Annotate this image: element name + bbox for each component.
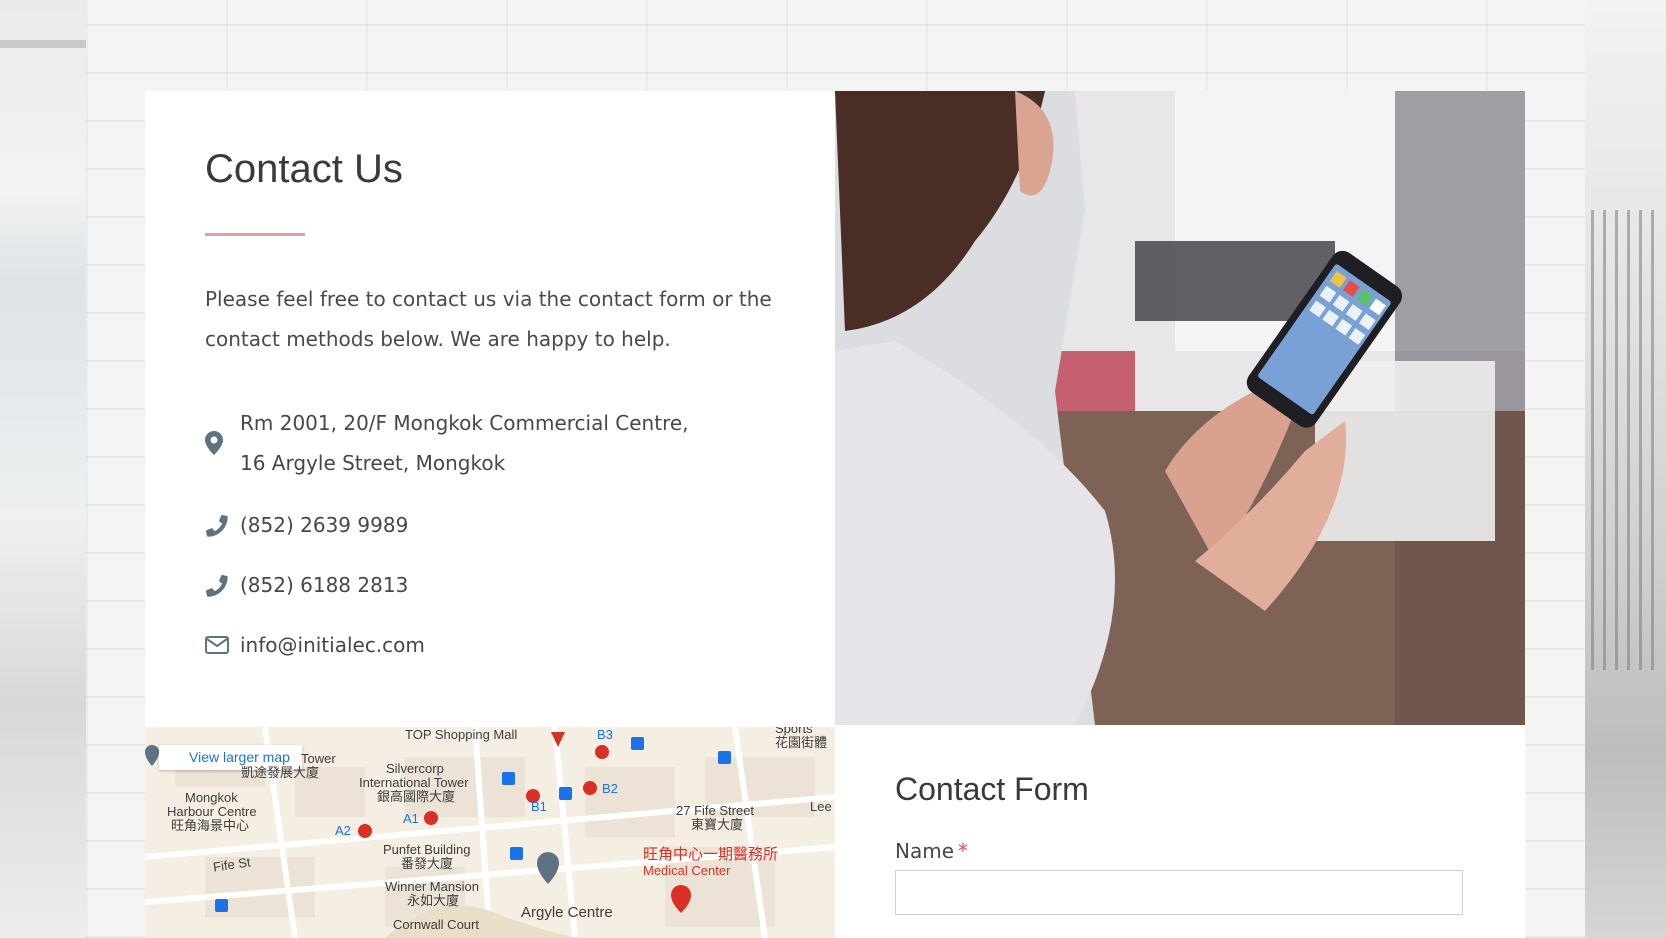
map-label: A2 [335, 823, 351, 838]
map-label: TOP Shopping Mall [405, 727, 518, 742]
page-title: Contact Us [205, 147, 403, 191]
form-title: Contact Form [895, 771, 1089, 807]
phone-icon [205, 573, 231, 597]
phone-icon [205, 513, 231, 537]
map-label: Tower [301, 751, 336, 766]
location-map[interactable]: View larger map TOP Shopping Mall B3 Tow… [145, 727, 835, 938]
envelope-icon [205, 636, 231, 654]
map-label: Cornwall Court [393, 917, 479, 932]
name-label-text: Name [895, 839, 955, 863]
phone-row-1: (852) 2639 9989 [205, 505, 408, 545]
contact-info-card: Contact Us Please feel free to contact u… [145, 91, 835, 727]
email-link[interactable]: info@initialec.com [240, 625, 425, 665]
map-label: 東寶大廈 [691, 817, 744, 832]
map-label: 銀高國際大廈 [377, 789, 456, 804]
map-label: 凱途發展大廈 [241, 765, 320, 780]
map-label: B3 [597, 727, 613, 742]
title-divider [205, 233, 305, 236]
woman-with-phone-photo [835, 91, 1525, 725]
map-label: Winner Mansion [385, 879, 479, 894]
backdrop-railing [1591, 210, 1661, 670]
email-row: info@initialec.com [205, 625, 425, 665]
map-label: Harbour Centre [167, 804, 257, 819]
map-label: Silvercorp [386, 761, 444, 776]
map-label: B2 [602, 781, 618, 796]
map-label: 27 Fife Street [676, 803, 755, 818]
map-label: 旺角中心一期醫務所 [643, 846, 779, 863]
required-marker: * [958, 839, 969, 863]
phone-link-2[interactable]: (852) 6188 2813 [240, 565, 408, 605]
map-label: International Tower [359, 775, 469, 790]
phone-row-2: (852) 6188 2813 [205, 565, 408, 605]
address-line-2: 16 Argyle Street, Mongkok [240, 451, 506, 475]
phone-link-1[interactable]: (852) 2639 9989 [240, 505, 408, 545]
map-label: Medical Center [643, 863, 731, 878]
address-row: Rm 2001, 20/F Mongkok Commercial Centre,… [205, 403, 689, 483]
map-label: Argyle Centre [521, 904, 613, 921]
contact-form-card: Contact Form Name * [835, 725, 1525, 938]
map-pin-icon [205, 431, 231, 455]
map-label: B1 [531, 799, 547, 814]
map-label: Mongkok [185, 790, 238, 805]
map-label: 花園街體 [775, 735, 828, 750]
map-label: Punfet Building [383, 842, 471, 857]
address-text: Rm 2001, 20/F Mongkok Commercial Centre,… [240, 403, 689, 483]
map-label: 番發大廈 [401, 856, 454, 871]
backdrop-left [0, 0, 86, 938]
map-label: 永如大廈 [407, 893, 460, 908]
address-line-1: Rm 2001, 20/F Mongkok Commercial Centre, [240, 411, 689, 435]
intro-text: Please feel free to contact us via the c… [205, 287, 772, 351]
name-label: Name * [895, 839, 968, 863]
map-label: 旺角海景中心 [171, 818, 250, 833]
name-input[interactable] [895, 870, 1463, 915]
backdrop-right [1585, 0, 1666, 938]
map-label: Lee [810, 799, 832, 814]
map-label: A1 [403, 811, 419, 826]
